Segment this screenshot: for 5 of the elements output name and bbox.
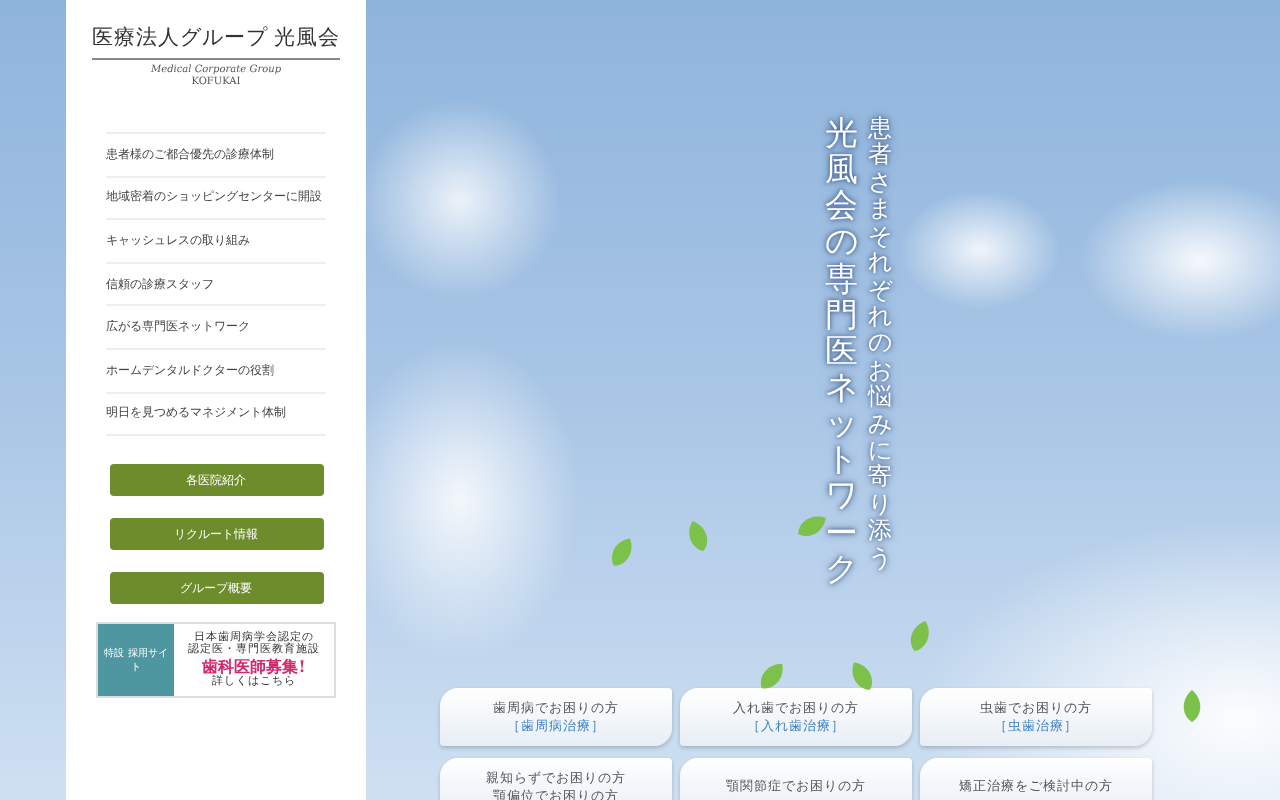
hero-tagline: 患者さまそれぞれのお悩みに寄り添う [868,116,893,573]
hero-title: 光風会の専門医ネットワーク [825,116,859,588]
leaf-icon [1180,690,1204,722]
banner-headline: 歯科医師募集! [202,658,306,676]
logo-title[interactable]: 医療法人グループ 光風会 [91,24,341,60]
